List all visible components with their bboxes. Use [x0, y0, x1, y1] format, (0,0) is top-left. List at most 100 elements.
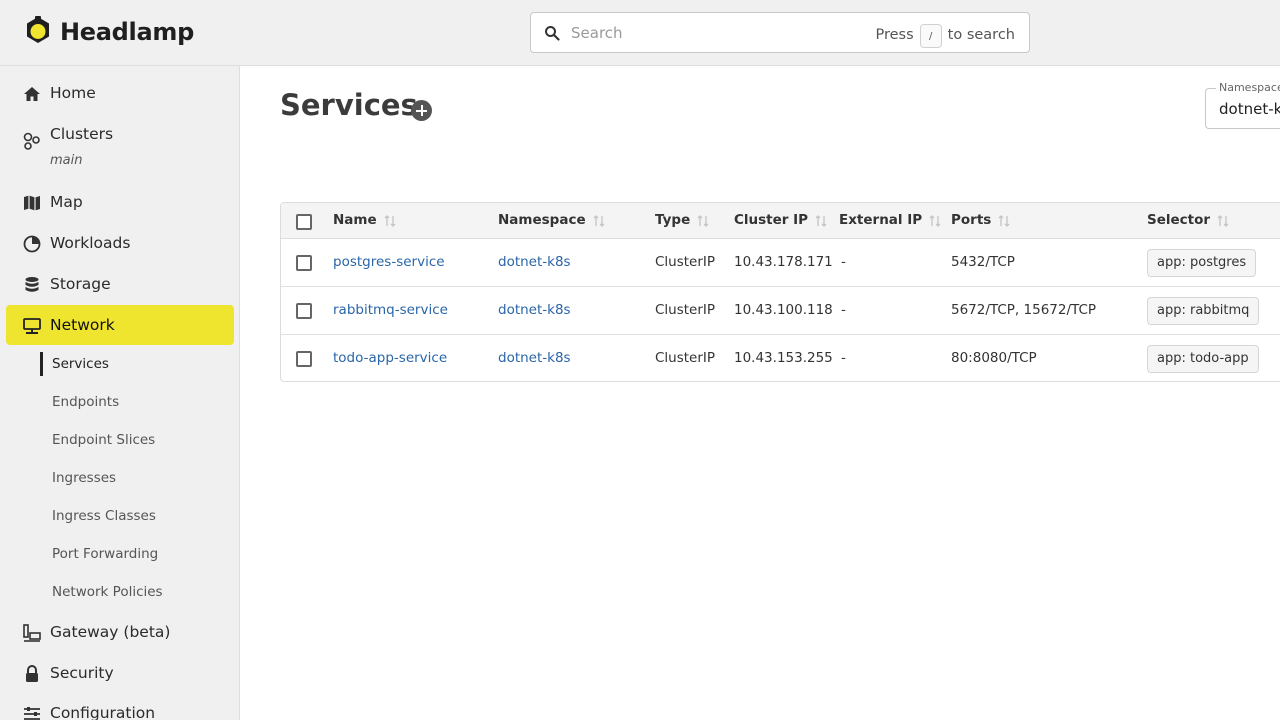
- namespace-link[interactable]: dotnet-k8s: [498, 254, 571, 270]
- select-all-checkbox[interactable]: [296, 214, 312, 230]
- column-header-label: Name: [333, 211, 377, 228]
- sort-icon: [1217, 215, 1229, 227]
- service-type: ClusterIP: [655, 350, 716, 366]
- column-header-label: External IP: [839, 211, 923, 228]
- service-name-link[interactable]: rabbitmq-service: [333, 302, 448, 318]
- column-header-label: Selector: [1147, 211, 1211, 228]
- column-header-name[interactable]: Name: [333, 211, 397, 228]
- sidebar-item-map[interactable]: Map: [6, 182, 234, 222]
- table-row: postgres-service dotnet-k8s ClusterIP 10…: [281, 239, 1280, 287]
- selector-chip: app: todo-app: [1147, 345, 1259, 373]
- map-icon: [24, 195, 40, 211]
- sidebar-subitem-ingress-classes[interactable]: Ingress Classes: [40, 502, 230, 530]
- row-checkbox[interactable]: [296, 303, 312, 319]
- app-logo[interactable]: Headlamp: [24, 16, 194, 48]
- row-checkbox[interactable]: [296, 255, 312, 271]
- search-shortcut-hint: Press / to search: [875, 22, 1015, 48]
- configuration-icon: [24, 707, 40, 720]
- sidebar-item-workloads[interactable]: Workloads: [6, 223, 234, 263]
- selector-chip: app: rabbitmq: [1147, 297, 1260, 325]
- sidebar-item-configuration[interactable]: Configuration: [6, 693, 234, 720]
- search-input[interactable]: [571, 23, 871, 42]
- column-header-type[interactable]: Type: [655, 211, 710, 228]
- sidebar-item-storage[interactable]: Storage: [6, 264, 234, 304]
- namespace-filter-label: Namespaces: [1216, 81, 1280, 94]
- home-icon: [24, 87, 40, 101]
- ports: 5672/TCP, 15672/TCP: [951, 302, 1097, 318]
- network-icon: [23, 318, 41, 334]
- column-header-label: Type: [655, 211, 691, 228]
- sidebar-subitem-ingresses[interactable]: Ingresses: [40, 464, 230, 492]
- row-checkbox[interactable]: [296, 351, 312, 367]
- sidebar-subitem-endpoint-slices[interactable]: Endpoint Slices: [40, 426, 230, 454]
- app-name: Headlamp: [60, 18, 194, 46]
- cluster-ip: 10.43.178.171: [734, 254, 833, 270]
- lock-icon: [26, 665, 38, 682]
- table-row: todo-app-service dotnet-k8s ClusterIP 10…: [281, 335, 1280, 381]
- namespace-link[interactable]: dotnet-k8s: [498, 350, 571, 366]
- external-ip: -: [841, 254, 846, 270]
- sidebar-subitem-network-policies[interactable]: Network Policies: [40, 578, 230, 606]
- search-hint-after: to search: [947, 27, 1015, 43]
- service-type: ClusterIP: [655, 254, 716, 270]
- sort-icon: [815, 215, 827, 227]
- storage-icon: [25, 277, 39, 292]
- column-header-cluster-ip[interactable]: Cluster IP: [734, 211, 828, 228]
- table-row: rabbitmq-service dotnet-k8s ClusterIP 10…: [281, 287, 1280, 335]
- column-header-label: Ports: [951, 211, 992, 228]
- external-ip: -: [841, 302, 846, 318]
- sidebar-item-label: Map: [50, 193, 83, 211]
- sidebar-item-label: Gateway (beta): [50, 623, 171, 641]
- cluster-ip: 10.43.100.118: [734, 302, 833, 318]
- namespace-link[interactable]: dotnet-k8s: [498, 302, 571, 318]
- sidebar-item-clusters[interactable]: Clusters: [6, 114, 234, 154]
- sidebar-subitem-label: Port Forwarding: [52, 546, 159, 562]
- sidebar-subitem-label: Endpoints: [52, 394, 120, 410]
- page-title: Services: [280, 88, 418, 122]
- sidebar-subitem-port-forwarding[interactable]: Port Forwarding: [40, 540, 230, 568]
- sidebar-item-home[interactable]: Home: [6, 73, 234, 113]
- sidebar-item-label: Security: [50, 664, 114, 682]
- sort-icon: [998, 215, 1010, 227]
- service-name-link[interactable]: postgres-service: [333, 254, 445, 270]
- sidebar-item-network[interactable]: Network: [6, 305, 234, 345]
- sort-icon: [697, 215, 709, 227]
- gateway-icon: [23, 624, 41, 642]
- sort-icon: [593, 215, 605, 227]
- sidebar-item-label: Workloads: [50, 234, 131, 252]
- sidebar-item-label: Clusters: [50, 125, 114, 143]
- column-header-ports[interactable]: Ports: [951, 211, 1011, 228]
- selected-indicator: [40, 352, 43, 376]
- sidebar-item-label: Home: [50, 84, 96, 102]
- namespace-filter-value[interactable]: dotnet-k8s: [1219, 100, 1280, 118]
- sidebar-item-label: Network: [50, 316, 115, 334]
- global-search[interactable]: Press / to search: [530, 12, 1030, 53]
- ports: 5432/TCP: [951, 254, 1015, 270]
- headlamp-logo-icon: [27, 16, 49, 43]
- sort-icon: [384, 215, 396, 227]
- services-table: Name Namespace Type Cluster IP External …: [280, 202, 1280, 382]
- column-header-namespace[interactable]: Namespace: [498, 211, 606, 228]
- table-header: Name Namespace Type Cluster IP External …: [281, 203, 1280, 239]
- sidebar: Home Clusters main Map Workloads Storage: [0, 66, 240, 720]
- sidebar-subitem-endpoints[interactable]: Endpoints: [40, 388, 230, 416]
- sidebar-item-security[interactable]: Security: [6, 653, 234, 693]
- shortcut-key: /: [919, 24, 942, 48]
- sidebar-item-gateway[interactable]: Gateway (beta): [6, 612, 234, 652]
- sidebar-subitem-label: Endpoint Slices: [52, 432, 156, 448]
- search-hint-press: Press: [875, 27, 914, 43]
- column-header-selector[interactable]: Selector: [1147, 211, 1230, 228]
- column-header-label: Cluster IP: [734, 211, 809, 228]
- sidebar-subitem-label: Ingresses: [52, 470, 117, 486]
- clusters-icon: [23, 132, 40, 150]
- column-header-external-ip[interactable]: External IP: [839, 211, 942, 228]
- top-bar: Headlamp Press / to search: [0, 0, 1280, 66]
- sidebar-subitem-services[interactable]: Services: [40, 350, 230, 378]
- selector-chip: app: postgres: [1147, 249, 1257, 277]
- service-name-link[interactable]: todo-app-service: [333, 350, 447, 366]
- sidebar-subitem-label: Network Policies: [52, 584, 163, 600]
- add-service-button[interactable]: [411, 100, 432, 121]
- column-header-label: Namespace: [498, 211, 586, 228]
- sidebar-item-label: Storage: [50, 275, 111, 293]
- sidebar-item-label: Configuration: [50, 704, 156, 720]
